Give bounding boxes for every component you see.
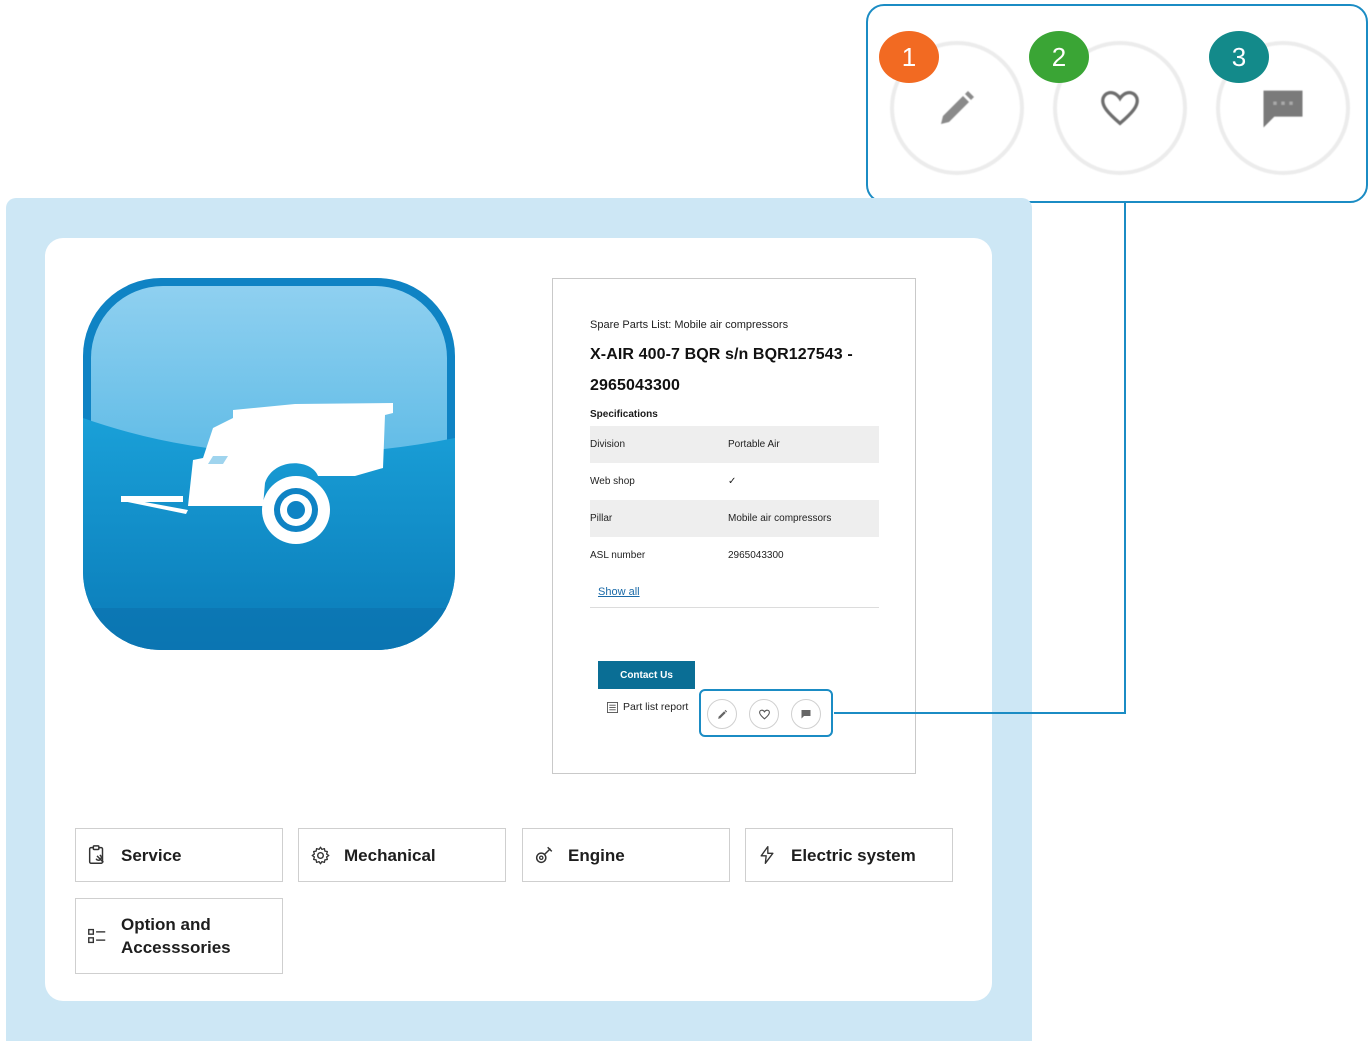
category-label: Mechanical (344, 845, 436, 865)
show-all-link[interactable]: Show all (598, 586, 879, 607)
pencil-icon (941, 91, 974, 124)
spec-value: Mobile air compressors (728, 513, 832, 524)
category-mechanical-button[interactable]: Mechanical (298, 828, 506, 882)
comment-button[interactable] (791, 699, 821, 729)
comment-icon (1263, 90, 1303, 128)
service-clipboard-icon (86, 844, 108, 866)
product-image (83, 278, 455, 650)
divider (590, 607, 879, 608)
heart-icon (1101, 91, 1139, 126)
spec-row: Web shop ✓ (590, 463, 879, 500)
title-line-2: 2965043300 (590, 377, 680, 394)
document-list-icon (607, 701, 618, 713)
badge-1: 1 (879, 31, 939, 83)
comment-icon (801, 710, 811, 719)
spec-key: Pillar (590, 513, 613, 524)
page-title: X-AIR 400-7 BQR s/n BQR127543 - 29650433… (590, 339, 879, 401)
spec-value: 2965043300 (728, 550, 784, 561)
part-list-report-link[interactable]: Part list report (607, 701, 688, 713)
spec-row: Pillar Mobile air compressors (590, 500, 879, 537)
spec-key: ASL number (590, 550, 646, 561)
category-option-accessories-button[interactable]: Option and Accesssories (75, 898, 283, 974)
product-details-panel: Spare Parts List: Mobile air compressors… (552, 278, 916, 774)
category-label: Option and Accesssories (121, 913, 231, 959)
category-label: Engine (568, 845, 625, 865)
gear-icon (309, 844, 331, 866)
connector-line-horizontal (834, 712, 1126, 714)
action-icons-highlight (699, 689, 833, 737)
engine-icon (533, 844, 555, 866)
edit-button[interactable] (707, 699, 737, 729)
specifications-heading: Specifications (590, 409, 658, 420)
spec-row: Division Portable Air (590, 426, 879, 463)
connector-line-vertical (1124, 203, 1126, 714)
zoom-callout: 1 2 3 (866, 4, 1368, 203)
pencil-icon (717, 709, 727, 719)
spec-key: Web shop (590, 476, 635, 487)
category-electric-system-button[interactable]: Electric system (745, 828, 953, 882)
category-label-line-2: Accesssories (121, 938, 231, 957)
spec-key: Division (590, 439, 626, 450)
spec-value: ✓ (728, 476, 737, 487)
contact-us-button[interactable]: Contact Us (598, 661, 695, 689)
badge-2: 2 (1029, 31, 1089, 83)
category-label-line-1: Option and (121, 915, 211, 934)
part-list-report-label: Part list report (623, 701, 689, 713)
lightning-icon (756, 844, 778, 866)
spec-row: ASL number 2965043300 (590, 537, 879, 574)
badge-3: 3 (1209, 31, 1269, 83)
category-engine-button[interactable]: Engine (522, 828, 730, 882)
category-label: Electric system (791, 845, 916, 865)
category-service-button[interactable]: Service (75, 828, 283, 882)
title-line-1: X-AIR 400-7 BQR s/n BQR127543 - (590, 346, 853, 363)
list-icon (86, 925, 108, 947)
breadcrumb: Spare Parts List: Mobile air compressors (590, 319, 789, 331)
heart-icon (758, 709, 770, 720)
spec-value: Portable Air (728, 439, 780, 450)
category-label: Service (121, 845, 182, 865)
favorite-button[interactable] (749, 699, 779, 729)
